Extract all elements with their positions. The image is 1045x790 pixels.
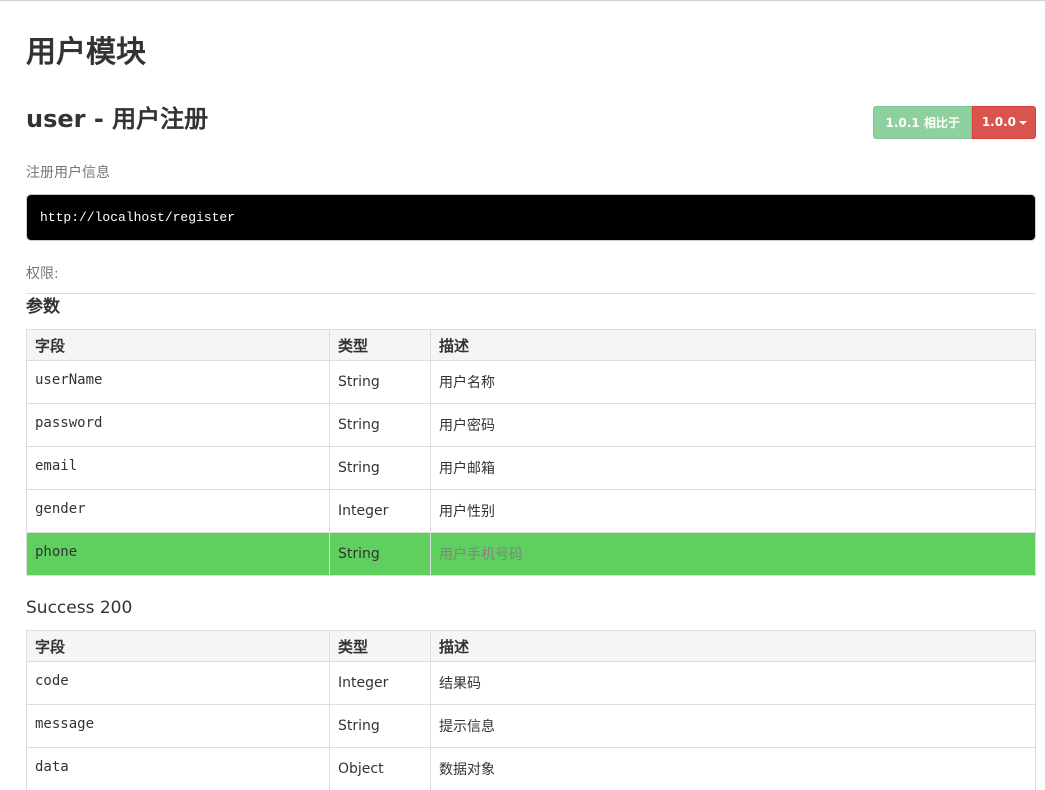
table-row: password String 用户密码 xyxy=(26,403,1036,447)
table-row: data Object 数据对象 xyxy=(26,747,1036,790)
endpoint-url-box: http://localhost/register xyxy=(26,194,1036,241)
section-divider xyxy=(26,293,1036,294)
field-type-cell: Integer xyxy=(329,489,431,533)
table-row: userName String 用户名称 xyxy=(26,360,1036,404)
api-title: user - 用户注册 xyxy=(26,105,209,133)
caret-down-icon xyxy=(1019,120,1027,125)
field-description-cell: 数据对象 xyxy=(430,747,1036,790)
field-type-cell: String xyxy=(329,704,431,748)
field-type-cell: String xyxy=(329,446,431,490)
field-description-cell: 用户邮箱 xyxy=(430,446,1036,490)
column-header-description: 描述 xyxy=(430,630,1036,662)
field-type-cell: String xyxy=(329,360,431,404)
field-description-cell: 用户手机号码 xyxy=(430,532,1036,576)
column-header-type: 类型 xyxy=(329,630,431,662)
version-compare-button[interactable]: 1.0.1 相比于 xyxy=(873,106,972,139)
field-name-cell: code xyxy=(26,661,330,705)
column-header-field: 字段 xyxy=(26,630,330,662)
version-switcher: 1.0.1 相比于 1.0.0 xyxy=(873,106,1036,139)
version-dropdown-button[interactable]: 1.0.0 xyxy=(971,106,1036,139)
field-name-cell: gender xyxy=(26,489,330,533)
api-description: 注册用户信息 xyxy=(26,165,110,181)
field-name-cell: phone xyxy=(26,532,330,576)
table-row: code Integer 结果码 xyxy=(26,661,1036,705)
field-type-cell: String xyxy=(329,403,431,447)
field-name-cell: message xyxy=(26,704,330,748)
params-section-title: 参数 xyxy=(26,297,60,317)
field-description-cell: 结果码 xyxy=(430,661,1036,705)
table-header-row: 字段 类型 描述 xyxy=(26,630,1036,662)
success-section-title: Success 200 xyxy=(26,598,133,618)
api-doc-page: 用户模块 user - 用户注册 1.0.1 相比于 1.0.0 注册用户信息 … xyxy=(0,0,1045,790)
params-table: 字段 类型 描述 userName String 用户名称 password S… xyxy=(26,329,1036,576)
column-header-description: 描述 xyxy=(430,329,1036,361)
table-row: gender Integer 用户性别 xyxy=(26,489,1036,533)
field-name-cell: password xyxy=(26,403,330,447)
permission-label: 权限: xyxy=(26,266,59,282)
column-header-type: 类型 xyxy=(329,329,431,361)
table-row: email String 用户邮箱 xyxy=(26,446,1036,490)
endpoint-url: http://localhost/register xyxy=(40,210,236,225)
field-type-cell: Integer xyxy=(329,661,431,705)
success-table: 字段 类型 描述 code Integer 结果码 message String… xyxy=(26,630,1036,790)
version-current-label: 1.0.0 xyxy=(981,115,1016,129)
field-description-cell: 用户名称 xyxy=(430,360,1036,404)
field-name-cell: email xyxy=(26,446,330,490)
module-title: 用户模块 xyxy=(26,35,146,70)
table-row: message String 提示信息 xyxy=(26,704,1036,748)
field-name-cell: userName xyxy=(26,360,330,404)
field-type-cell: String xyxy=(329,532,431,576)
field-description-cell: 用户性别 xyxy=(430,489,1036,533)
field-description-cell: 提示信息 xyxy=(430,704,1036,748)
field-name-cell: data xyxy=(26,747,330,790)
table-header-row: 字段 类型 描述 xyxy=(26,329,1036,361)
field-description-cell: 用户密码 xyxy=(430,403,1036,447)
field-type-cell: Object xyxy=(329,747,431,790)
table-row-highlighted: phone String 用户手机号码 xyxy=(26,532,1036,576)
column-header-field: 字段 xyxy=(26,329,330,361)
